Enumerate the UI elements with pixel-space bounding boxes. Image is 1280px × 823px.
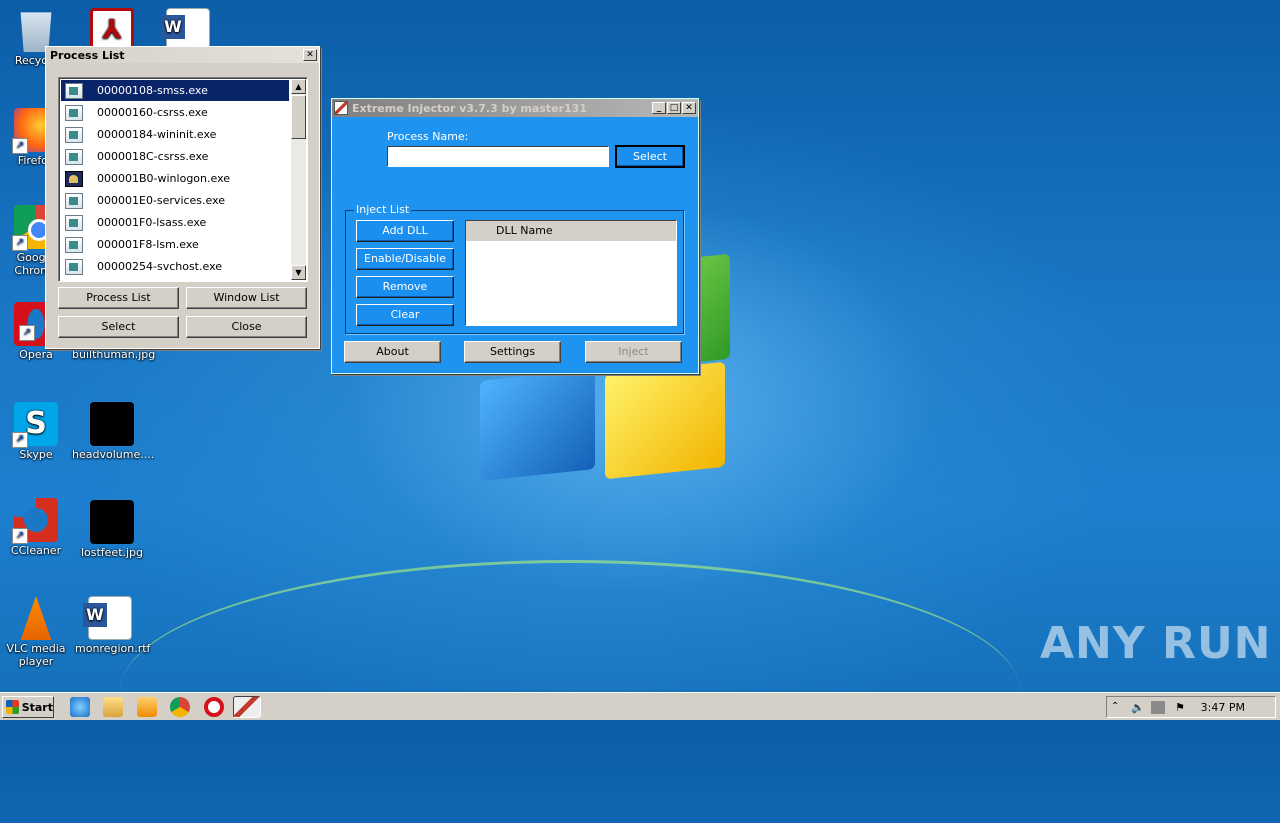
process-name: 000001E0-services.exe <box>97 194 226 207</box>
process-icon <box>65 126 83 143</box>
add-dll-button[interactable]: Add DLL <box>356 220 454 242</box>
clock[interactable]: 3:47 PM <box>1201 701 1245 714</box>
desktop-icon-headvolume[interactable]: headvolume.... <box>72 402 154 461</box>
dll-list[interactable]: DLL Name <box>465 220 677 326</box>
windows-flag-icon <box>6 700 19 714</box>
extreme-injector-window: Extreme Injector v3.7.3 by master131 _ □… <box>331 98 699 374</box>
injector-app-icon <box>334 101 348 115</box>
process-name: 00000108-smss.exe <box>97 84 208 97</box>
process-name: 000001F0-lsass.exe <box>97 216 207 229</box>
system-tray: ⌃ 🔈 ⚑ 3:47 PM <box>1106 696 1276 718</box>
enable-disable-button[interactable]: Enable/Disable <box>356 248 454 270</box>
process-list-item[interactable]: 00000160-csrss.exe <box>61 102 289 123</box>
process-list-item[interactable]: 000001F8-lsm.exe <box>61 234 289 255</box>
process-name: 0000018C-csrss.exe <box>97 150 209 163</box>
process-icon <box>65 170 83 187</box>
scroll-down-arrow-icon[interactable]: ▼ <box>291 265 306 280</box>
desktop-icon-monregion[interactable]: W monregion.rtf <box>75 596 150 655</box>
desktop-icon-lostfeet[interactable]: lostfeet.jpg <box>72 500 152 559</box>
explorer-icon[interactable] <box>103 697 123 717</box>
close-button[interactable]: Close <box>186 316 307 338</box>
process-name: 00000254-svchost.exe <box>97 260 223 273</box>
shortcut-arrow-icon: ↗ <box>19 325 35 341</box>
process-list-item[interactable]: 00000254-svchost.exe <box>61 256 289 277</box>
process-name: 00000184-wininit.exe <box>97 128 217 141</box>
inject-button[interactable]: Inject <box>585 341 682 363</box>
shortcut-arrow-icon: ↗ <box>12 235 28 251</box>
process-icon <box>65 104 83 121</box>
remove-button[interactable]: Remove <box>356 276 454 298</box>
inject-list-group: Inject List Add DLL Enable/Disable Remov… <box>345 203 684 334</box>
media-player-icon[interactable] <box>137 697 157 717</box>
image-file-icon <box>90 402 134 446</box>
chrome-icon[interactable] <box>170 697 190 717</box>
process-icon <box>65 258 83 275</box>
desktop-icon-vlc[interactable]: VLC media player <box>1 596 71 668</box>
shortcut-arrow-icon: ↗ <box>12 528 28 544</box>
process-icon <box>65 192 83 209</box>
vertical-scrollbar[interactable]: ▲ ▼ <box>291 79 306 280</box>
inject-list-title: Inject List <box>354 203 412 216</box>
vlc-icon <box>20 596 52 640</box>
settings-button[interactable]: Settings <box>464 341 561 363</box>
ie-icon[interactable] <box>70 697 90 717</box>
process-list-titlebar[interactable]: Process List ✕ <box>46 47 319 63</box>
select-process-button[interactable]: Select <box>615 145 685 168</box>
process-list-item[interactable]: 00000184-wininit.exe <box>61 124 289 145</box>
desktop-icon-skype[interactable]: S ↗ Skype <box>1 402 71 461</box>
process-list-item[interactable]: 000001F0-lsass.exe <box>61 212 289 233</box>
injector-taskbar-button[interactable] <box>233 696 261 718</box>
maximize-icon[interactable]: □ <box>667 102 681 114</box>
shortcut-arrow-icon: ↗ <box>12 138 28 154</box>
window-title: Process List <box>50 48 125 62</box>
shortcut-arrow-icon: ↗ <box>12 432 28 448</box>
volume-icon[interactable]: 🔈 <box>1131 701 1145 714</box>
network-icon[interactable] <box>1151 701 1165 714</box>
show-hidden-icons-icon[interactable]: ⌃ <box>1111 701 1125 714</box>
process-listbox[interactable]: 00000254-svchost.exe 000001F8-lsm.exe 0000… <box>58 77 308 282</box>
injector-titlebar[interactable]: Extreme Injector v3.7.3 by master131 _ □… <box>332 99 698 117</box>
process-list-button[interactable]: Process List <box>58 287 179 309</box>
process-list-item[interactable]: 00000108-smss.exe <box>61 80 289 101</box>
window-list-button[interactable]: Window List <box>186 287 307 309</box>
process-list-window: Process List ✕ 00000254-svchost.exe 00000… <box>45 46 320 349</box>
opera-icon[interactable] <box>204 697 224 717</box>
close-icon[interactable]: ✕ <box>682 102 696 114</box>
process-icon <box>65 82 83 99</box>
dll-name-column-header[interactable]: DLL Name <box>466 221 676 242</box>
start-label: Start <box>21 700 53 714</box>
process-list-item[interactable]: 000001B0-winlogon.exe <box>61 168 289 189</box>
taskbar: Start ⌃ 🔈 ⚑ 3:47 PM <box>0 692 1280 720</box>
anyrun-watermark: ANY RUN <box>1040 618 1272 669</box>
select-button[interactable]: Select <box>58 316 179 338</box>
process-name-label: Process Name: <box>387 130 469 143</box>
process-name: 000001B0-winlogon.exe <box>97 172 231 185</box>
image-file-icon <box>90 500 134 544</box>
ccleaner-icon: ↗ <box>12 498 58 544</box>
process-name: 00000160-csrss.exe <box>97 106 208 119</box>
minimize-icon[interactable]: _ <box>652 102 666 114</box>
start-button[interactable]: Start <box>2 696 54 718</box>
process-icon <box>65 148 83 165</box>
process-list-item[interactable]: 0000018C-csrss.exe <box>61 146 289 167</box>
window-title: Extreme Injector v3.7.3 by master131 <box>352 101 587 115</box>
desktop-icon-ccleaner[interactable]: ↗ CCleaner <box>1 498 71 557</box>
process-name-input[interactable] <box>387 146 609 167</box>
process-icon <box>65 236 83 253</box>
process-list-item[interactable]: 000001E0-services.exe <box>61 190 289 211</box>
action-center-flag-icon[interactable]: ⚑ <box>1175 701 1189 714</box>
process-name: 000001F8-lsm.exe <box>97 238 199 251</box>
skype-icon: S ↗ <box>12 402 58 448</box>
scroll-thumb[interactable] <box>291 95 306 139</box>
word-document-icon: W <box>83 596 132 640</box>
close-button[interactable]: ✕ <box>303 49 317 61</box>
scroll-up-arrow-icon[interactable]: ▲ <box>291 79 306 94</box>
clear-button[interactable]: Clear <box>356 304 454 326</box>
about-button[interactable]: About <box>344 341 441 363</box>
process-icon <box>65 214 83 231</box>
